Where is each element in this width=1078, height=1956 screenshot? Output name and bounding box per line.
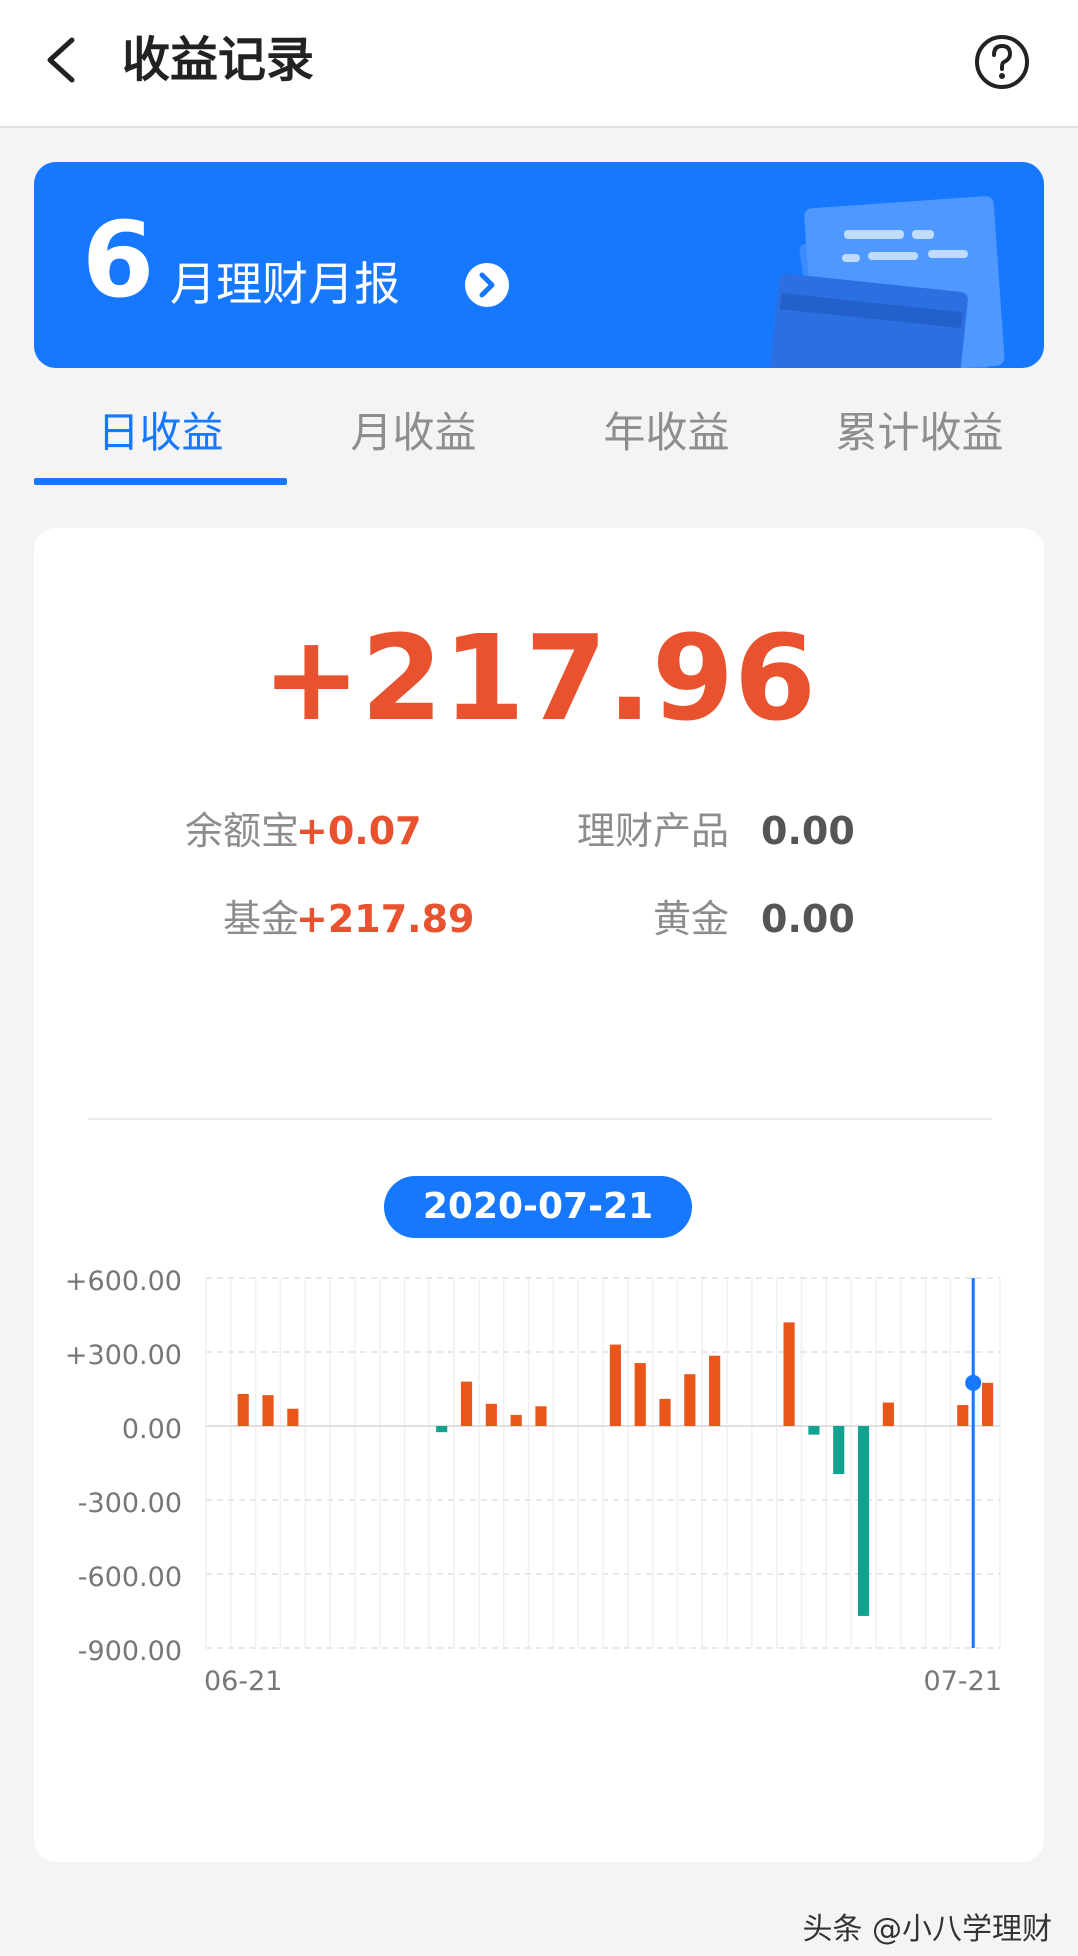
chart-bar (287, 1408, 299, 1426)
stat-label-yuebao: 余额宝 (184, 809, 299, 853)
stat-label-wealth-products: 理财产品 (576, 809, 729, 853)
chart-bar (957, 1405, 969, 1426)
banner-title: 月理财月报 (170, 257, 400, 311)
y-tick-label: -600.00 (78, 1562, 182, 1593)
chart-bar (709, 1355, 721, 1426)
x-tick-label: 06-21 (204, 1666, 282, 1697)
chart-bar (460, 1381, 473, 1426)
selected-date-badge: 2020-07-21 (384, 1176, 692, 1238)
banner-month-number: 6 (82, 199, 155, 321)
chart-bar (237, 1393, 249, 1426)
stat-value-yuebao: +0.07 (296, 809, 422, 853)
tab-yearly[interactable]: 年收益 (540, 398, 793, 486)
divider (88, 1118, 992, 1120)
chart-bar (262, 1395, 274, 1426)
tab-cumulative[interactable]: 累计收益 (793, 398, 1046, 486)
chart-bar (833, 1426, 845, 1475)
question-circle-icon[interactable] (970, 30, 1034, 94)
y-tick-label: -300.00 (78, 1488, 182, 1519)
chart-bar (436, 1426, 448, 1433)
monthly-report-banner[interactable]: 6 月理财月报 (34, 162, 1044, 368)
chart-bar (783, 1322, 795, 1426)
chart-bar (609, 1344, 621, 1426)
active-tab-indicator (34, 478, 287, 485)
daily-earnings-chart[interactable]: +600.00 +300.00 0.00 -300.00 -600.00 -900.00 0… (34, 1248, 1044, 1808)
chart-bar (634, 1363, 646, 1426)
chart-bar (982, 1382, 994, 1426)
chart-bar (882, 1402, 894, 1426)
y-tick-label: -900.00 (78, 1636, 182, 1667)
stat-value-wealth-products: 0.00 (761, 809, 855, 853)
y-tick-label: +300.00 (65, 1340, 182, 1371)
stat-value-gold: 0.00 (761, 897, 855, 941)
y-tick-label: +600.00 (65, 1266, 182, 1297)
chart-bar (535, 1406, 547, 1426)
earnings-card: +217.96 余额宝 +0.07 理财产品 0.00 基金 +217.89 黄… (34, 528, 1044, 1862)
page-title: 收益记录 (122, 32, 315, 88)
chart-bar (857, 1426, 870, 1616)
report-illustration-icon (769, 196, 1005, 368)
total-earnings: +217.96 (261, 609, 817, 747)
stat-label-gold: 黄金 (652, 897, 729, 941)
chart-bar (659, 1398, 671, 1426)
chart-bar (808, 1426, 820, 1435)
chart-bar (510, 1414, 522, 1426)
stat-label-fund: 基金 (222, 897, 299, 941)
chevron-right-circle-icon (465, 263, 509, 307)
x-tick-label: 07-21 (924, 1666, 1002, 1697)
tab-monthly[interactable]: 月收益 (287, 398, 540, 486)
chart-bar (485, 1403, 497, 1426)
stat-value-fund: +217.89 (296, 897, 475, 941)
chart-bar (684, 1374, 696, 1426)
back-arrow-icon[interactable] (30, 28, 94, 92)
app-header: 收益记录 (0, 0, 1078, 128)
watermark: 头条 @小八学理财 (802, 1912, 1052, 1947)
period-tabs: 日收益 月收益 年收益 累计收益 (34, 398, 1044, 486)
selected-point-marker (965, 1374, 982, 1391)
y-tick-label: 0.00 (122, 1414, 182, 1445)
tab-daily[interactable]: 日收益 (34, 398, 287, 486)
